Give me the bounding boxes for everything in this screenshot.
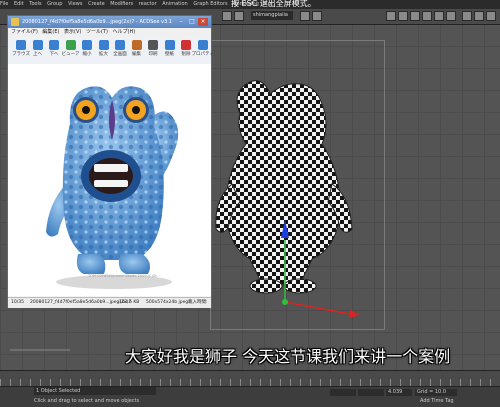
max-menu-modifiers[interactable]: Modifiers <box>110 1 133 7</box>
viewer-tool-button[interactable]: ブラウズ <box>12 39 30 62</box>
viewer-tool-button[interactable]: 編集 <box>128 39 146 62</box>
teapot-render-icon[interactable] <box>234 11 244 21</box>
image-dimensions: 500x574x24b jpeg <box>146 300 189 305</box>
coord-z-field[interactable]: 4.039 <box>386 389 412 396</box>
toolbar-icon <box>49 40 59 50</box>
named-selection-field[interactable]: shimangpiaiia <box>251 11 293 20</box>
viewer-tool-button[interactable]: 縮小 <box>78 39 96 62</box>
toolbar-icon <box>164 40 175 50</box>
toolbar-icon <box>115 40 125 50</box>
fullscreen-esc-hint: 按 ESC 退出全屏模式。 <box>231 0 316 8</box>
timeline-ruler <box>0 379 500 386</box>
viewer-title-bar[interactable]: 20080127_f4d7f0ef5a8e5d6a0b9...jpeg(2x)7… <box>8 16 211 28</box>
add-time-tag-button[interactable]: Add Time Tag <box>420 398 454 405</box>
toolbar-icon <box>148 40 158 50</box>
material-editor-icon[interactable] <box>300 11 310 21</box>
viewer-menu-edit[interactable]: 編集(E) <box>42 29 59 35</box>
monster-image <box>46 86 179 289</box>
viewer-tool-button[interactable]: 下へ <box>45 39 63 62</box>
max-menu-group[interactable]: Group <box>47 1 62 7</box>
close-icon[interactable]: × <box>198 18 208 26</box>
prompt-line: Click and drag to select and move object… <box>34 398 140 404</box>
max-menu-tools[interactable]: Tools <box>29 1 41 7</box>
viewer-status-bar: 10/35 20080127_f4d7f0ef5a8e5d6a0b9...jpe… <box>8 297 211 308</box>
toolbar-icon <box>32 40 43 50</box>
minimize-icon[interactable]: – <box>176 18 186 26</box>
motion-panel-icon[interactable] <box>422 11 432 21</box>
viewer-tool-button[interactable]: ビューア <box>62 39 80 62</box>
hierarchy-panel-icon[interactable] <box>410 11 420 21</box>
toolbar-icon <box>197 40 208 50</box>
viewer-menu-help[interactable]: ヘルプ(H) <box>113 29 136 35</box>
toolbar-icon <box>82 40 92 50</box>
max-menu-edit[interactable]: Edit <box>14 1 24 7</box>
viewer-tool-button[interactable]: 印刷 <box>144 39 162 62</box>
video-subtitle: 大家好我是狮子 今天这节课我们来讲一个案例 <box>125 347 451 366</box>
grid-size-display: Grid = 10.0 <box>415 389 457 396</box>
acdsee-app-icon <box>11 18 19 26</box>
file-size: 161.6 KB <box>119 300 140 305</box>
viewer-tool-button[interactable]: 上へ <box>29 39 47 62</box>
image-filename: 20080127_f4d7f0ef5a8e5d6a0b9...jpeg(2x)7 <box>30 300 132 305</box>
create-panel-icon[interactable] <box>386 11 396 21</box>
toolbar-icon <box>16 40 26 50</box>
viewer-tool-button[interactable]: プロパティ <box>191 39 214 62</box>
viewer-tool-button[interactable]: 壁紙 <box>161 39 179 62</box>
toolbar-icon <box>98 40 109 50</box>
toolbar-icon <box>65 40 76 50</box>
geometry-icon[interactable] <box>462 11 472 21</box>
shapes-icon[interactable] <box>474 11 484 21</box>
quick-render-icon[interactable] <box>312 11 322 21</box>
load-time-label: 載入時間: <box>188 300 208 305</box>
maximize-icon[interactable]: □ <box>187 18 197 26</box>
viewer-menu-file[interactable]: ファイル(F) <box>11 29 38 35</box>
image-canvas[interactable] <box>8 64 211 296</box>
viewer-window-title: 20080127_f4d7f0ef5a8e5d6a0b9...jpeg(2x)7… <box>22 19 172 25</box>
image-credit-caption: TOM COHEN/Unicorn Studio 2009 (C)Dr. <box>88 274 158 278</box>
lights-icon[interactable] <box>486 11 496 21</box>
image-viewer-window[interactable]: 20080127_f4d7f0ef5a8e5d6a0b9...jpeg(2x)7… <box>7 15 214 308</box>
viewer-tool-button[interactable]: 削除 <box>177 39 195 62</box>
render-setup-icon[interactable] <box>222 11 232 21</box>
max-menu-file[interactable]: File <box>0 1 8 7</box>
display-panel-icon[interactable] <box>434 11 444 21</box>
tool-label: プロパティ <box>191 52 214 57</box>
viewport-active-border <box>210 40 385 330</box>
toolbar-icon <box>181 40 191 50</box>
viewer-menu-tools[interactable]: ツール(T) <box>86 29 108 35</box>
coord-y-field[interactable] <box>358 389 384 396</box>
selection-status: 1 Object Selected <box>34 387 156 395</box>
viewer-tool-button[interactable]: 拡大 <box>95 39 113 62</box>
max-menu-views[interactable]: Views <box>68 1 82 7</box>
modify-panel-icon[interactable] <box>398 11 408 21</box>
utilities-panel-icon[interactable] <box>446 11 456 21</box>
viewer-menu-view[interactable]: 表示(V) <box>64 29 81 35</box>
toolbar-icon <box>131 40 142 50</box>
max-menu-animation[interactable]: Animation <box>162 1 188 7</box>
max-menu-reactor[interactable]: reactor <box>139 1 157 7</box>
viewer-tool-button[interactable]: 全画面 <box>111 39 129 62</box>
coord-x-field[interactable] <box>330 389 356 396</box>
max-menu-create[interactable]: Create <box>88 1 105 7</box>
max-menu-graph-editors[interactable]: Graph Editors <box>193 1 227 7</box>
image-index: 10/35 <box>11 300 24 305</box>
viewer-menu-bar: ファイル(F) 編集(E) 表示(V) ツール(T) ヘルプ(H) <box>8 28 211 37</box>
